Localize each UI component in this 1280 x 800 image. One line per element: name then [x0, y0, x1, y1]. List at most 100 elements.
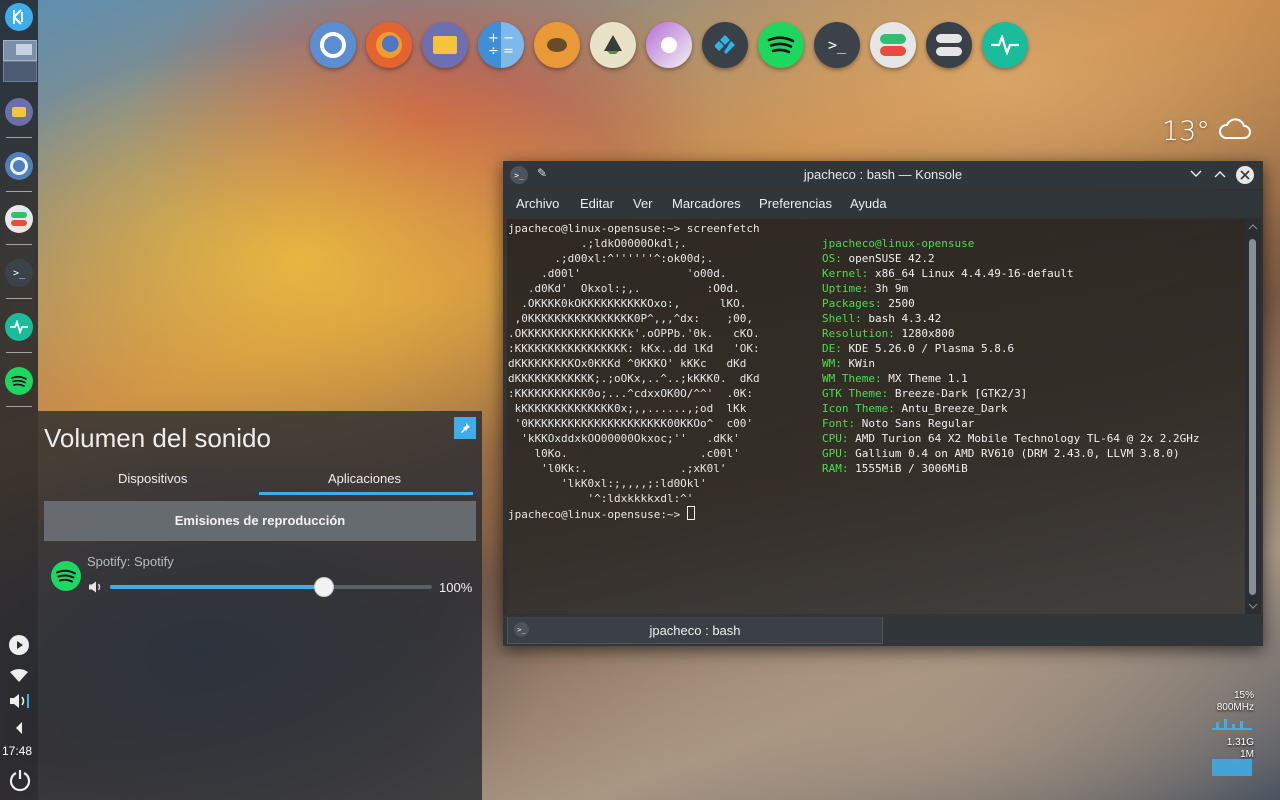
info-line: CPU: AMD Turion 64 X2 Mobile Technology …	[822, 432, 1200, 445]
firefox-icon[interactable]	[366, 22, 412, 68]
info-line: Uptime: 3h 9m	[822, 282, 908, 295]
task-terminal-icon[interactable]: >_	[5, 259, 33, 287]
spotify-icon[interactable]	[758, 22, 804, 68]
ascii-line: .;ldkO0000Okdl;.	[580, 237, 687, 250]
kodi-icon[interactable]	[702, 22, 748, 68]
clock[interactable]: 17:48	[2, 744, 32, 758]
tab-bash[interactable]: >_ jpacheco : bash	[507, 617, 883, 644]
ascii-line: 'lkK0xl:;,,,,;:ld0Okl'	[560, 477, 707, 490]
info-line: Font: Noto Sans Regular	[822, 417, 974, 430]
memory-monitor[interactable]: 1.31G 1M	[1208, 737, 1254, 777]
ascii-line: 'l0Kk:. .;xK0l'	[541, 462, 727, 475]
gimp-icon[interactable]	[534, 22, 580, 68]
final-prompt-text: jpacheco@linux-opensuse:~>	[508, 508, 687, 521]
info-value: 3h 9m	[868, 282, 909, 295]
media-play-icon[interactable]	[9, 635, 29, 655]
titlebar[interactable]: >_ ✎ jpacheco : bash — Konsole	[503, 161, 1263, 189]
info-value: KDE 5.26.0 / Plasma 5.8.6	[841, 342, 1015, 355]
toggles-icon[interactable]	[870, 22, 916, 68]
volume-icon[interactable]	[8, 692, 30, 714]
ascii-line: dKKKKKKKKKKKK;.;oOKx,..^..;kKKK0. dKd	[508, 372, 760, 385]
info-key: Kernel:	[822, 267, 869, 280]
chromium-icon[interactable]	[310, 22, 356, 68]
network-icon[interactable]	[9, 668, 29, 687]
task-system-monitor-icon[interactable]	[5, 313, 33, 341]
mute-toggle-icon[interactable]	[88, 579, 104, 598]
info-line: Shell: bash 4.3.42	[822, 312, 941, 325]
info-value: MX Theme 1.1	[881, 372, 968, 385]
info-value: openSUSE 42.2	[841, 252, 935, 265]
divider	[6, 406, 32, 407]
volume-slider[interactable]	[110, 577, 432, 597]
virtual-desktop-2[interactable]	[3, 61, 37, 82]
tab-aplicaciones[interactable]: Aplicaciones	[328, 471, 401, 486]
temperature: 13°	[1162, 116, 1210, 147]
menu-marcadores[interactable]: Marcadores	[672, 196, 741, 211]
weather-widget[interactable]: 13°	[1162, 116, 1252, 147]
ascii-line: 'kKKOxddxkOO00000Okxoc;'' .dKk'	[521, 432, 740, 445]
terminal-area[interactable]: jpacheco@linux-opensuse:~> screenfetch .…	[507, 219, 1245, 614]
task-files-icon[interactable]	[5, 98, 33, 126]
slider-handle[interactable]	[314, 577, 334, 597]
section-header: Emisiones de reproducción	[44, 501, 476, 541]
close-icon[interactable]	[1236, 166, 1254, 184]
scrollbar[interactable]	[1245, 219, 1261, 614]
info-key: Shell:	[822, 312, 862, 325]
info-key: Resolution:	[822, 327, 895, 340]
prompt-line: jpacheco@linux-opensuse:~> screenfetch	[508, 222, 760, 235]
menu-ver[interactable]: Ver	[633, 196, 653, 211]
pin-button[interactable]	[454, 417, 476, 439]
menubar: Archivo Editar Ver Marcadores Preferenci…	[503, 191, 1263, 217]
expand-tray-icon[interactable]	[14, 720, 24, 739]
settings-toggle-icon[interactable]	[926, 22, 972, 68]
stream-spotify-icon	[51, 561, 81, 591]
info-line: WM: KWin	[822, 357, 875, 370]
cpu-monitor[interactable]: 15% 800MHz	[1208, 690, 1254, 732]
slider-fill	[110, 585, 323, 589]
ascii-line: ,0KKKKKKKKKKKKKKKK0P^,,,^dx: ;00,	[514, 312, 754, 325]
window-title: jpacheco : bash — Konsole	[803, 167, 963, 182]
info-line: RAM: 1555MiB / 3006MiB	[822, 462, 968, 475]
ascii-line: :KKKKKKKKKKKKKKKKK: kKx..dd lKd 'OK:	[508, 342, 760, 355]
tabbar: >_ jpacheco : bash	[503, 615, 1263, 646]
menu-ayuda[interactable]: Ayuda	[850, 196, 887, 211]
info-key: CPU:	[822, 432, 849, 445]
pin-icon	[461, 423, 470, 433]
divider	[6, 298, 32, 299]
task-spotify-icon[interactable]	[5, 367, 33, 395]
active-tab-indicator	[259, 492, 473, 495]
tab-dispositivos[interactable]: Dispositivos	[118, 471, 187, 486]
info-key: OS:	[822, 252, 842, 265]
info-value: 1555MiB / 3006MiB	[848, 462, 968, 475]
system-monitor-icon[interactable]	[982, 22, 1028, 68]
calculator-icon[interactable]: + − ÷ =	[478, 22, 524, 68]
info-key: RAM:	[822, 462, 849, 475]
divider	[6, 137, 32, 138]
power-icon[interactable]	[8, 768, 32, 796]
inkscape-icon[interactable]	[590, 22, 636, 68]
menu-archivo[interactable]: Archivo	[516, 196, 559, 211]
krita-icon[interactable]	[646, 22, 692, 68]
volume-percent: 100%	[439, 580, 473, 595]
info-key: Icon Theme:	[822, 402, 895, 415]
applet-title: Volumen del sonido	[44, 423, 271, 453]
memory-used: 1.31G	[1226, 737, 1254, 748]
info-value: Antu_Breeze_Dark	[894, 402, 1008, 415]
kde-launcher-icon[interactable]	[5, 3, 33, 31]
files-icon[interactable]	[422, 22, 468, 68]
ascii-line: .;d00xl:^''''''^:ok00d;.	[554, 252, 714, 265]
task-toggles-icon[interactable]	[5, 205, 33, 233]
minimize-icon[interactable]	[1189, 166, 1203, 185]
maximize-icon[interactable]	[1213, 166, 1227, 185]
menu-editar[interactable]: Editar	[580, 196, 614, 211]
info-line: Packages: 2500	[822, 297, 915, 310]
task-chromium-icon[interactable]	[5, 152, 33, 180]
scrollbar-thumb[interactable]	[1249, 239, 1256, 595]
info-line: WM Theme: MX Theme 1.1	[822, 372, 968, 385]
menu-preferencias[interactable]: Preferencias	[759, 196, 832, 211]
info-line: jpacheco@linux-opensuse	[822, 237, 974, 250]
terminal-icon[interactable]: >_	[814, 22, 860, 68]
virtual-desktop-1[interactable]	[3, 40, 37, 61]
ascii-line: '^:ldxkkkkxdl:^'	[587, 492, 694, 505]
divider	[6, 244, 32, 245]
